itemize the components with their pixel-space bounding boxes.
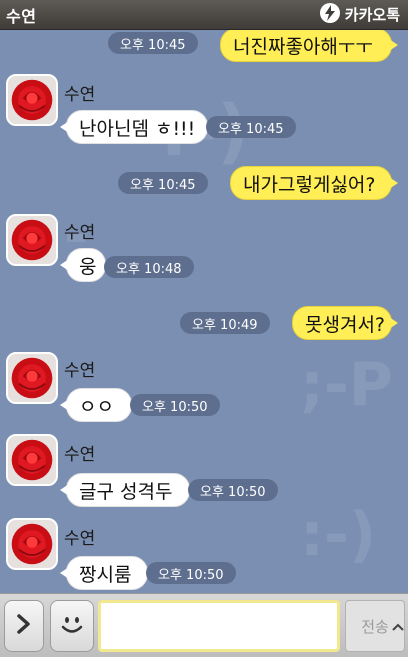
rose-avatar-icon: [8, 436, 56, 484]
sender-name: 수연: [64, 445, 96, 465]
sender-name: 수연: [64, 223, 96, 243]
received-message-bubble[interactable]: ㅇㅇ: [60, 388, 132, 422]
sender-name: 수연: [64, 529, 96, 549]
avatar[interactable]: [6, 74, 58, 126]
avatar[interactable]: [6, 434, 58, 486]
my-message-bubble[interactable]: 너진짜좋아해ㅜㅜ: [220, 30, 398, 62]
message-time: 오후 10:45: [118, 172, 208, 194]
kakaotalk-logo-icon: [319, 2, 341, 28]
message-time: 오후 10:45: [206, 116, 296, 138]
brand: 카카오톡: [319, 2, 400, 28]
message-time: 오후 10:50: [188, 479, 278, 501]
message-time: 오후 10:48: [104, 256, 194, 278]
message-time: 오후 10:45: [108, 32, 198, 54]
avatar[interactable]: [6, 214, 58, 266]
expand-button[interactable]: [4, 600, 44, 652]
message-time: 오후 10:50: [146, 562, 236, 584]
my-message-bubble[interactable]: 못생겨서?: [292, 306, 398, 340]
sender-name: 수연: [64, 85, 96, 105]
received-message-bubble[interactable]: 웅: [60, 248, 106, 282]
received-message-bubble[interactable]: 글구 성격두: [60, 473, 190, 507]
sender-name: 수연: [64, 361, 96, 381]
my-message-bubble[interactable]: 내가그렇게싫어?: [230, 166, 398, 200]
background-decoration: :-): [300, 500, 377, 570]
emoticon-button[interactable]: [50, 600, 94, 652]
chevron-up-icon[interactable]: [392, 620, 404, 634]
rose-avatar-icon: [8, 216, 56, 264]
chat-title: 수연: [6, 6, 37, 26]
message-time: 오후 10:50: [130, 394, 220, 416]
received-message-bubble[interactable]: 짱시룸: [60, 556, 148, 590]
smiley-icon: [57, 609, 87, 643]
input-bar: 전송: [0, 593, 408, 657]
rose-avatar-icon: [8, 520, 56, 568]
app-name: 카카오톡: [344, 6, 400, 24]
avatar[interactable]: [6, 518, 58, 570]
chevron-right-icon: [15, 613, 33, 639]
title-bar: 수연 카카오톡: [0, 0, 408, 30]
background-decoration: ;-P: [300, 350, 393, 420]
avatar[interactable]: [6, 352, 58, 404]
chat-area[interactable]: :-) ;-P :-) :- 오후 10:45 너진짜좋아해ㅜㅜ 수연 난아닌뎀…: [0, 30, 408, 593]
rose-avatar-icon: [8, 76, 56, 124]
received-message-bubble[interactable]: 난아닌뎀 ㅎ!!!: [60, 110, 208, 144]
rose-avatar-icon: [8, 354, 56, 402]
message-input[interactable]: [98, 600, 340, 652]
message-time: 오후 10:49: [180, 312, 270, 334]
